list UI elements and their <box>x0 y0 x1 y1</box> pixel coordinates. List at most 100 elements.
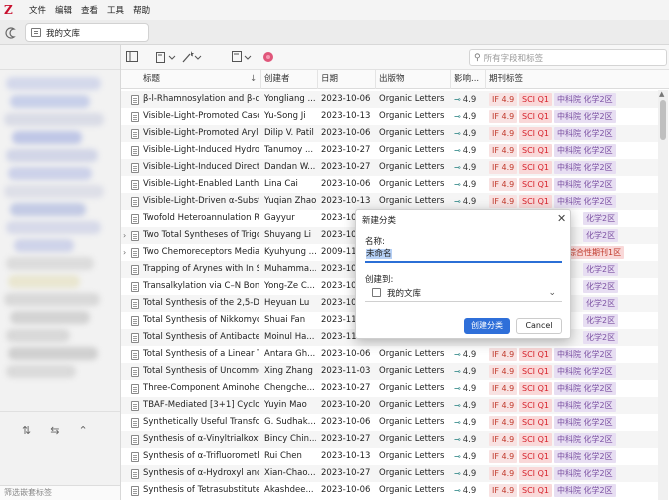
cell-publication: Organic Letters <box>379 468 445 478</box>
col-title[interactable]: 标题 ↓ <box>140 70 261 89</box>
table-row[interactable]: Synthesis of α-Vinyltrialkoxys Bincy Chin… <box>121 431 658 448</box>
table-row[interactable]: Synthesis of α-Hydroxyl and c Xian-Chao..… <box>121 465 658 482</box>
sort-tags-icon[interactable]: ⇅ <box>22 424 31 437</box>
collapse-tags-icon[interactable]: ⌃ <box>78 424 87 437</box>
col-impact[interactable]: 影响... <box>451 70 486 89</box>
menu-file[interactable]: 文件 <box>29 4 46 16</box>
col-journal-tags[interactable]: 期刊标签 <box>486 70 669 89</box>
badge-cas: 中科院 化学2区 <box>554 416 616 429</box>
badge-if: IF 4.9 <box>489 433 518 446</box>
badge-cas: 中科院 化学2区 <box>554 382 616 395</box>
menu-tools[interactable]: 工具 <box>107 4 124 16</box>
collection-tree-blurred[interactable] <box>0 71 120 411</box>
badge-sci: SCI Q1 <box>519 93 552 106</box>
table-row[interactable]: Visible-Light-Driven α-Substit Yuqian Zha… <box>121 193 658 210</box>
journal-article-icon <box>131 316 139 326</box>
menu-edit[interactable]: 编辑 <box>55 4 72 16</box>
table-row[interactable]: Synthetically Useful Transforn G. Sudhak.… <box>121 414 658 431</box>
badge-cas: 中科院 化学2区 <box>554 467 616 480</box>
search-placeholder: 所有字段和标签 <box>483 53 544 64</box>
library-tab[interactable]: 我的文库 <box>25 23 149 42</box>
cell-creator: Dilip V. Patil <box>264 128 314 138</box>
badge-cas: 化学2区 <box>583 263 619 276</box>
expand-twisty-icon[interactable]: › <box>123 227 126 244</box>
table-row[interactable]: Total Synthesis of a Linear Tet Antara Gh… <box>121 346 658 363</box>
create-collection-button[interactable]: 创建分类 <box>464 318 510 334</box>
history-icon[interactable] <box>4 26 18 40</box>
cell-title: Synthetically Useful Transforn <box>143 417 259 427</box>
cell-date: 2023-10-06 <box>321 485 371 495</box>
cell-impact: ⊸ 4.9 <box>454 163 477 173</box>
menu-view[interactable]: 查看 <box>81 4 98 16</box>
key-icon: ⊸ <box>454 197 461 206</box>
tag-display-icon[interactable]: ⇆ <box>50 424 59 437</box>
cell-title: Total Synthesis of Nikkomycir <box>143 315 259 325</box>
cell-publication: Organic Letters <box>379 162 445 172</box>
table-row[interactable]: Visible-Light-Enabled Lanthar Lina Cai 202… <box>121 176 658 193</box>
tab-bar: 我的文库 <box>0 20 669 45</box>
badge-sci: SCI Q1 <box>519 127 552 140</box>
table-row[interactable]: Visible-Light-Promoted Casca Yu-Song Ji 20… <box>121 108 658 125</box>
col-publication[interactable]: 出版物 <box>376 70 451 89</box>
table-row[interactable]: Synthesis of α-Trifluorometh Rui Chen 2023… <box>121 448 658 465</box>
cell-publication: Organic Letters <box>379 349 445 359</box>
close-icon[interactable]: ✕ <box>557 212 566 225</box>
cell-date: 2023-10-06 <box>321 349 371 359</box>
cell-title: β-l-Rhamnosylation and β-d- <box>143 94 259 104</box>
parent-value: 我的文库 <box>387 288 422 299</box>
journal-article-icon <box>131 112 139 122</box>
new-item-icon[interactable] <box>156 51 176 64</box>
annotation-icon[interactable] <box>262 51 274 64</box>
name-field[interactable]: 未命名 <box>365 247 562 263</box>
col-date[interactable]: 日期 <box>318 70 376 89</box>
journal-article-icon <box>131 282 139 292</box>
cell-impact: ⊸ 4.9 <box>454 367 477 377</box>
table-row[interactable]: Visible-Light-Promoted Aryl C Dilip V. Pa… <box>121 125 658 142</box>
cell-title: Synthesis of α-Trifluorometh <box>143 451 259 461</box>
cell-impact: ⊸ 4.9 <box>454 401 477 411</box>
journal-article-icon <box>131 401 139 411</box>
menu-help[interactable]: 帮助 <box>133 4 150 16</box>
key-icon: ⊸ <box>454 384 461 393</box>
table-row[interactable]: Synthesis of Tetrasubstituted Akashdee...… <box>121 482 658 499</box>
cell-title: Two Total Syntheses of Trigox <box>143 230 259 240</box>
journal-article-icon <box>131 384 139 394</box>
journal-article-icon <box>131 129 139 139</box>
table-row[interactable]: Three-Component Aminohete Chengche... 2023… <box>121 380 658 397</box>
wand-icon[interactable] <box>182 51 202 64</box>
cell-publication: Organic Letters <box>379 128 445 138</box>
note-icon[interactable] <box>232 51 252 64</box>
cell-creator: Yongliang ... <box>264 94 316 104</box>
cell-impact: ⊸ 4.9 <box>454 180 477 190</box>
scroll-up-icon[interactable]: ▲ <box>659 90 664 98</box>
search-box[interactable]: ⚲ 所有字段和标签 <box>469 49 667 66</box>
expand-twisty-icon[interactable]: › <box>123 244 126 261</box>
cell-publication: Organic Letters <box>379 366 445 376</box>
key-icon: ⊸ <box>454 486 461 495</box>
table-row[interactable]: TBAF-Mediated [3+1] Cycloac Yuyin Mao 2023… <box>121 397 658 414</box>
items-toolbar: ⚲ 所有字段和标签 <box>121 45 669 70</box>
cell-date: 2023-10-27 <box>321 162 371 172</box>
cell-date: 2023-10-27 <box>321 468 371 478</box>
table-row[interactable]: β-l-Rhamnosylation and β-d- Yongliang ...… <box>121 91 658 108</box>
badge-if: IF 4.9 <box>489 484 518 497</box>
cell-date: 2023-10-13 <box>321 111 371 121</box>
cell-creator: Rui Chen <box>264 451 302 461</box>
cell-date: 2023-10-13 <box>321 451 371 461</box>
cell-title: TBAF-Mediated [3+1] Cycloac <box>143 400 259 410</box>
cancel-button[interactable]: Cancel <box>516 318 562 334</box>
table-row[interactable]: Visible-Light-Induced Direct F Dandan W..… <box>121 159 658 176</box>
collection-pane-icon[interactable] <box>126 51 138 64</box>
table-scrollbar[interactable]: ▲ <box>658 90 668 500</box>
table-row[interactable]: Total Synthesis of Uncommon Xing Zhang 202… <box>121 363 658 380</box>
parent-select[interactable]: 我的文库 ⌄ <box>365 284 562 302</box>
table-row[interactable]: Visible-Light-Induced Hydrog Tanumoy ... 2… <box>121 142 658 159</box>
cell-creator: Gayyur <box>264 213 295 223</box>
cell-creator: Moinul Ha... <box>264 332 315 342</box>
journal-article-icon <box>131 486 139 496</box>
table-header: 标题 ↓ 创建者 日期 出版物 影响... 期刊标签 <box>121 70 669 89</box>
cell-creator: Yu-Song Ji <box>264 111 306 121</box>
scroll-thumb[interactable] <box>660 100 666 140</box>
col-creator[interactable]: 创建者 <box>261 70 318 89</box>
tag-filter-input[interactable]: 筛选嵌套标签 <box>0 485 120 500</box>
